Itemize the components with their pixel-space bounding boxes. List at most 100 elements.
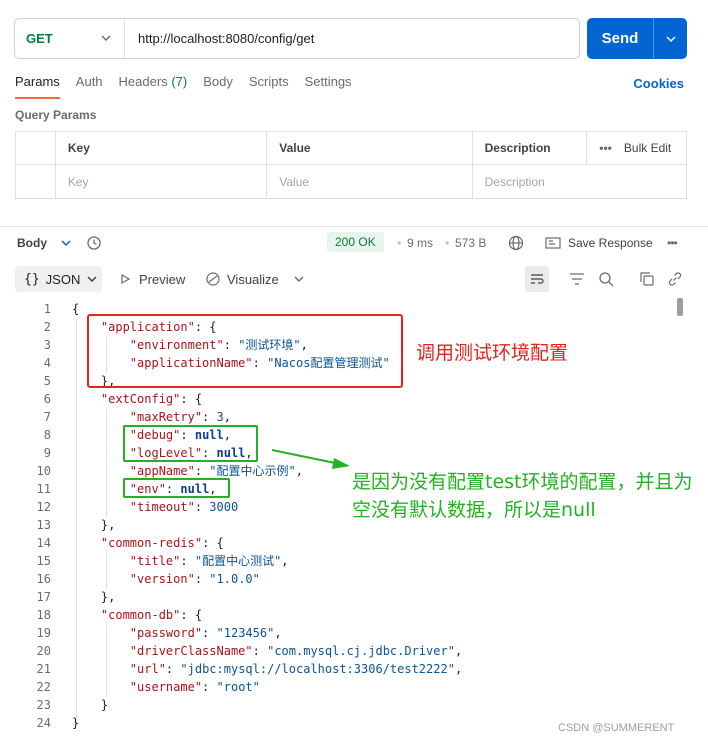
chevron-down-icon xyxy=(87,276,97,283)
key-input[interactable]: Key xyxy=(56,165,268,198)
pane-divider[interactable] xyxy=(0,226,708,227)
tab-settings[interactable]: Settings xyxy=(305,74,352,99)
line-number: 3 xyxy=(43,338,51,352)
line-number: 20 xyxy=(36,644,51,658)
annotation-note-green: 是因为没有配置test环境的配置，并且为空没有默认数据，所以是null xyxy=(352,471,693,521)
status-badge: 200 OK xyxy=(327,232,384,252)
code-line: "driverClassName": "com.mysql.cj.jdbc.Dr… xyxy=(129,644,463,658)
scrollbar-thumb[interactable] xyxy=(677,298,683,316)
indent-guide xyxy=(106,553,107,589)
link-icon[interactable] xyxy=(667,271,683,287)
value-input[interactable]: Value xyxy=(267,165,473,198)
line-number: 22 xyxy=(36,680,51,694)
line-number: 12 xyxy=(36,500,51,514)
tab-body-label: Body xyxy=(203,74,233,89)
line-number: 21 xyxy=(36,662,51,676)
code-line: "username": "root" xyxy=(129,680,260,694)
code-line: { xyxy=(72,302,80,316)
cookies-link[interactable]: Cookies xyxy=(633,76,684,91)
line-number: 2 xyxy=(43,320,51,334)
line-number: 7 xyxy=(43,410,51,424)
line-number: 4 xyxy=(43,356,51,370)
response-size: 573 B xyxy=(455,236,487,250)
chevron-down-icon xyxy=(101,35,111,42)
preview-button[interactable]: Preview xyxy=(119,272,185,287)
checkbox-column-header xyxy=(16,132,56,164)
more-options-icon[interactable]: ••• xyxy=(667,236,678,250)
visualize-icon xyxy=(206,272,220,286)
chevron-down-icon xyxy=(665,35,676,42)
line-number: 9 xyxy=(43,446,51,460)
format-select[interactable]: {} JSON xyxy=(15,266,102,292)
request-bar: GET http://localhost:8080/config/get xyxy=(14,18,580,59)
tab-params-label: Params xyxy=(15,74,60,89)
send-dropdown-button[interactable] xyxy=(653,18,687,59)
bulk-edit-button[interactable]: ••• Bulk Edit xyxy=(587,132,686,164)
line-number: 6 xyxy=(43,392,51,406)
line-number: 16 xyxy=(36,572,51,586)
method-label: GET xyxy=(26,31,53,46)
tab-auth[interactable]: Auth xyxy=(76,74,103,99)
response-time: 9 ms xyxy=(407,236,434,250)
wrap-icon xyxy=(531,274,544,284)
code-line: "extConfig": { xyxy=(100,392,203,406)
tab-headers[interactable]: Headers (7) xyxy=(119,74,188,99)
code-line: "common-db": { xyxy=(100,608,203,622)
query-params-table: Key Value Description ••• Bulk Edit Key … xyxy=(15,131,687,199)
code-line: "timeout": 3000 xyxy=(129,500,239,514)
visualize-label: Visualize xyxy=(227,271,279,287)
separator-dot: • xyxy=(397,236,402,250)
visualize-button[interactable]: Visualize xyxy=(205,271,305,287)
response-body-select[interactable]: Body xyxy=(17,236,47,250)
indent-guide xyxy=(106,409,107,517)
description-input[interactable]: Description xyxy=(473,165,686,198)
code-line: "maxRetry": 3, xyxy=(129,410,231,424)
code-line: "url": "jdbc:mysql://localhost:3306/test… xyxy=(129,662,463,676)
code-line: } xyxy=(100,698,109,712)
code-line: "common-redis": { xyxy=(100,536,224,550)
line-number: 17 xyxy=(36,590,51,604)
row-checkbox[interactable] xyxy=(16,165,56,198)
code-line: "version": "1.0.0" xyxy=(129,572,260,586)
tab-headers-label: Headers xyxy=(118,74,168,89)
annotation-box-red xyxy=(87,314,403,388)
send-group: Send xyxy=(587,18,687,59)
preview-label: Preview xyxy=(139,271,186,287)
view-bar: {} JSON Preview Visualize xyxy=(15,266,687,292)
save-icon xyxy=(545,237,561,249)
history-icon[interactable] xyxy=(86,235,102,251)
line-number: 1 xyxy=(43,302,51,316)
filter-icon[interactable] xyxy=(569,272,585,286)
line-number: 24 xyxy=(36,716,51,730)
table-row: Key Value Description xyxy=(16,165,686,198)
search-icon[interactable] xyxy=(598,271,614,287)
line-number: 14 xyxy=(36,536,51,550)
table-header-row: Key Value Description ••• Bulk Edit xyxy=(16,132,686,165)
code-line: }, xyxy=(100,518,116,532)
line-number: 13 xyxy=(36,518,51,532)
column-header-key: Key xyxy=(56,132,268,164)
method-select[interactable]: GET xyxy=(15,19,125,58)
tab-params[interactable]: Params xyxy=(15,74,60,99)
chevron-down-icon[interactable] xyxy=(60,237,72,249)
code-line: }, xyxy=(100,590,116,604)
line-number: 10 xyxy=(36,464,51,478)
url-input[interactable]: http://localhost:8080/config/get xyxy=(125,31,314,46)
line-number: 18 xyxy=(36,608,51,622)
save-response-button[interactable]: Save Response xyxy=(568,236,653,250)
play-icon xyxy=(121,273,131,285)
send-button[interactable]: Send xyxy=(587,18,653,59)
tab-settings-label: Settings xyxy=(304,74,352,89)
tab-body[interactable]: Body xyxy=(203,74,233,99)
globe-icon[interactable] xyxy=(508,235,524,251)
query-params-title: Query Params xyxy=(15,108,97,122)
line-number: 19 xyxy=(36,626,51,640)
line-number: 11 xyxy=(36,482,51,496)
copy-icon[interactable] xyxy=(639,271,655,287)
tab-scripts[interactable]: Scripts xyxy=(249,74,289,99)
braces-icon: {} xyxy=(24,271,40,287)
chevron-down-icon xyxy=(294,276,304,283)
indent-guide xyxy=(76,319,77,719)
separator-dot: • xyxy=(445,236,450,250)
wrap-lines-button[interactable] xyxy=(525,266,549,292)
